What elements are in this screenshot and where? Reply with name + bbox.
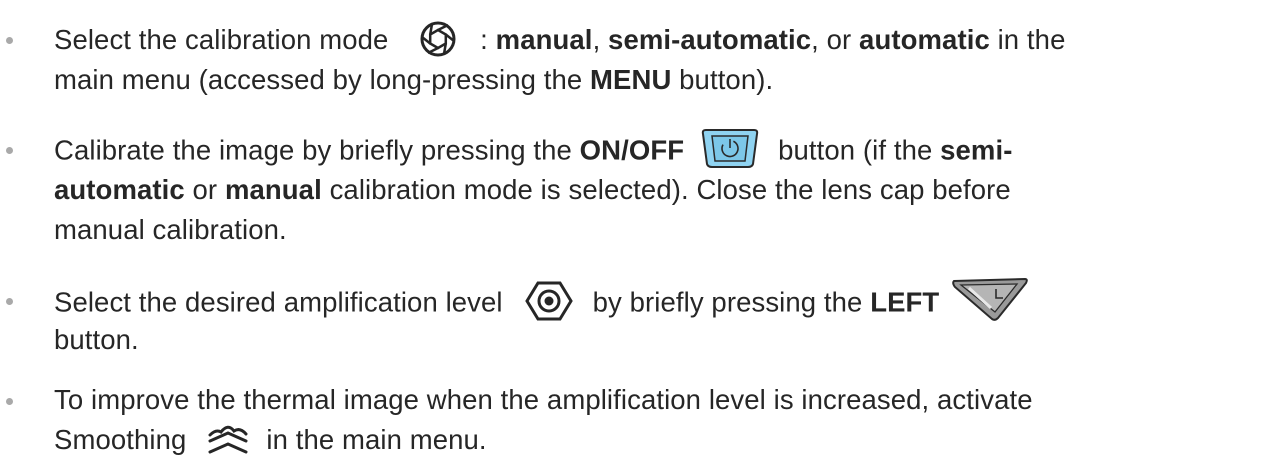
bullet xyxy=(6,398,13,405)
text-line: To improve the thermal image when the am… xyxy=(54,384,1033,415)
text-line: Calibrate the image by briefly pressing … xyxy=(54,129,1012,174)
bullet xyxy=(6,147,13,154)
text-line: automatic or manual calibration mode is … xyxy=(54,174,1011,205)
calibration-mode-icon xyxy=(418,19,458,59)
text-line: Select the calibration mode : manual, se… xyxy=(54,20,1065,62)
smoothing-icon xyxy=(208,421,248,455)
bullet xyxy=(6,298,13,305)
text-line: button. xyxy=(54,324,139,355)
left-button-icon xyxy=(951,275,1029,323)
bullet xyxy=(6,37,13,44)
text-line: Smoothing in the main menu. xyxy=(54,420,487,460)
text-line: Select the desired amplification level b… xyxy=(54,277,1029,328)
amplification-level-icon xyxy=(524,280,573,322)
power-button-icon xyxy=(700,126,760,170)
instruction-list: Select the calibration mode : manual, se… xyxy=(0,0,1287,470)
text-line: manual calibration. xyxy=(54,214,287,245)
text-line: main menu (accessed by long-pressing the… xyxy=(54,64,774,95)
